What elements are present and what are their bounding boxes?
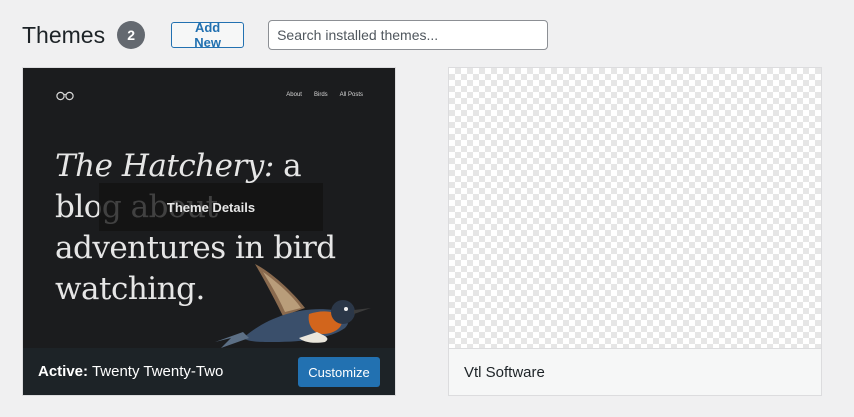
active-theme-name: Active: Twenty Twenty-Two [38, 363, 223, 380]
glasses-logo-icon [56, 91, 74, 101]
theme-card-active[interactable]: About Birds All Posts The Hatchery: a bl… [22, 67, 396, 396]
active-theme-footer: Active: Twenty Twenty-Two Customize [23, 348, 395, 395]
theme-footer: Vtl Software [449, 348, 821, 395]
preview-nav-about: About [286, 92, 302, 98]
preview-nav-birds: Birds [313, 92, 328, 98]
preview-nav-all-posts: All Posts [339, 92, 363, 98]
preview-nav: About Birds All Posts [286, 92, 363, 98]
page-title: Themes [22, 21, 106, 48]
search-input[interactable] [268, 20, 549, 50]
theme-screenshot[interactable]: About Birds All Posts The Hatchery: a bl… [23, 68, 395, 349]
customize-button[interactable]: Customize [298, 357, 380, 387]
theme-name: Vtl Software [464, 363, 545, 381]
page-header: Themes 2 Add New [22, 18, 549, 52]
active-theme-title: Twenty Twenty-Two [91, 363, 224, 380]
theme-screenshot-placeholder[interactable] [449, 68, 821, 349]
active-prefix: Active: [38, 363, 89, 380]
add-new-button[interactable]: Add New [171, 20, 245, 50]
theme-count-badge: 2 [117, 21, 146, 49]
bird-illustration-icon [215, 264, 371, 348]
theme-details-button[interactable]: Theme Details [99, 183, 323, 231]
theme-card[interactable]: Vtl Software [448, 67, 822, 396]
preview-hero-italic: The Hatchery: [55, 148, 274, 184]
